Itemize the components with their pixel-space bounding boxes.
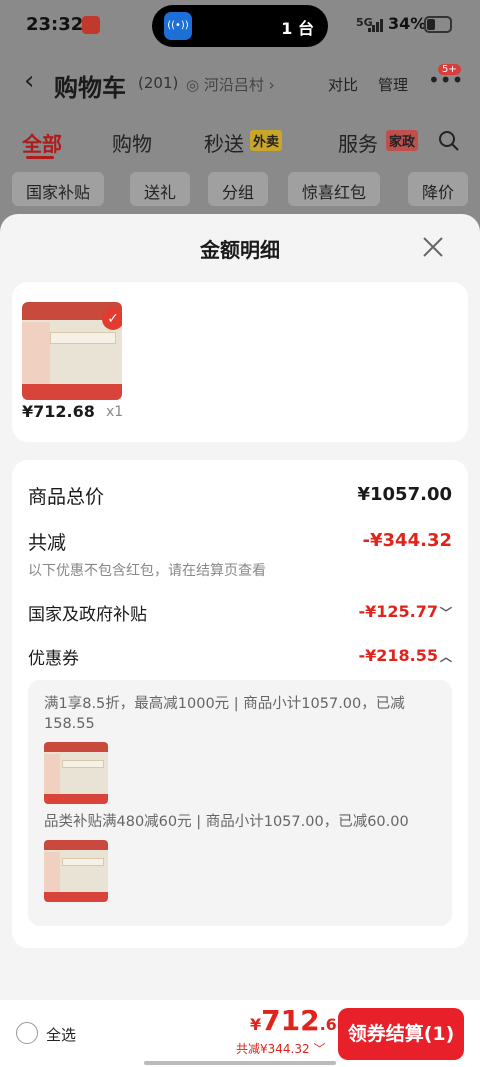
coupon-detail-box: 满1享8.5折，最高减1000元 | 商品小计1057.00，已减158.55 … [28, 680, 452, 926]
chip-surprise-redpacket[interactable]: 惊喜红包 [288, 172, 381, 206]
coupon-row-toggle[interactable]: -¥218.55 ︿ [358, 646, 452, 665]
app-notification-icon [82, 16, 100, 34]
coupon-line-category: 品类补贴满480减60元 | 商品小计1057.00，已减60.00 [44, 814, 409, 830]
filter-chips: 国家补贴 送礼 分组 惊喜红包 降价 [0, 172, 480, 208]
total-value: ¥1057.00 [357, 484, 452, 505]
chip-price-drop[interactable]: 降价 [408, 172, 469, 206]
status-bar: 23:32 ((•)) 1 台 5G 34% [0, 0, 480, 52]
tab-all[interactable]: 全部 [22, 128, 62, 157]
tab-instant[interactable]: 秒送 [204, 128, 244, 157]
tab-service-tag: 家政 [386, 130, 419, 151]
reduce-note: 以下优惠不包含红包，请在结算页查看 [28, 563, 266, 579]
price-integer: 712 [261, 1004, 320, 1037]
coupon-product-thumbnail [44, 840, 108, 902]
live-activity-icon: ((•)) [164, 12, 192, 40]
total-reduce-toggle[interactable]: 共减¥344.32 ﹀ [236, 1040, 325, 1057]
product-thumbnail[interactable]: ✓ [22, 302, 122, 400]
subsidy-label: 国家及政府补贴 [28, 605, 147, 625]
location-label: 河沿吕村 [203, 76, 264, 94]
island-text: 1 台 [281, 19, 314, 38]
price-detail-card: 商品总价 ¥1057.00 共减 -¥344.32 以下优惠不包含红包，请在结算… [12, 460, 468, 948]
tab-service[interactable]: 服务 [338, 128, 378, 157]
page-title: 购物车 [54, 74, 126, 102]
dynamic-island[interactable]: ((•)) 1 台 [152, 5, 328, 47]
coupon-line-discount: 满1享8.5折，最高减1000元 | 商品小计1057.00，已减158.55 [44, 696, 405, 732]
chevron-down-icon: ﹀ [439, 606, 452, 620]
subsidy-row-toggle[interactable]: -¥125.77 ﹀ [358, 602, 452, 621]
product-price: ¥712.68 [22, 402, 95, 421]
total-price: ¥712.68 [250, 1004, 348, 1037]
chevron-up-icon: ︿ [439, 650, 452, 664]
amount-detail-sheet: 金额明细 ✓ ¥712.68 x1 商品总价 ¥1057.00 共减 -¥344… [0, 214, 480, 1067]
compare-button[interactable]: 对比 [328, 74, 358, 95]
product-card: ✓ ¥712.68 x1 [12, 282, 468, 442]
subsidy-value: -¥125.77 [358, 602, 438, 621]
home-indicator [144, 1061, 336, 1065]
cart-tabs: 全部 购物 秒送 外卖 服务 家政 [0, 124, 480, 160]
more-badge: 5+ [438, 64, 461, 75]
total-reduce-text: 共减¥344.32 [236, 1042, 310, 1056]
chip-group[interactable]: 分组 [208, 172, 269, 206]
select-all-radio[interactable] [16, 1022, 38, 1044]
signal-icon [368, 18, 384, 32]
tab-instant-tag: 外卖 [250, 130, 283, 151]
sheet-title: 金额明细 [200, 238, 280, 262]
cart-count: (201) [138, 74, 179, 92]
status-time: 23:32 [26, 14, 84, 35]
tab-active-indicator [26, 156, 54, 159]
chip-gift[interactable]: 送礼 [130, 172, 191, 206]
product-quantity: x1 [106, 404, 124, 420]
selected-check-icon: ✓ [102, 308, 122, 330]
checkout-bar: 全选 ¥712.68 共减¥344.32 ﹀ 领券结算(1) [0, 1000, 480, 1067]
close-icon[interactable] [420, 234, 446, 260]
cart-header: ‹ 购物车 (201) ◎ 河沿吕村 › 对比 管理 ••• 5+ [0, 58, 480, 108]
select-all-label[interactable]: 全选 [46, 1024, 76, 1045]
reduce-value: -¥344.32 [362, 530, 452, 551]
search-icon[interactable] [438, 130, 460, 152]
manage-button[interactable]: 管理 [378, 74, 408, 95]
battery-icon [424, 16, 452, 33]
coupon-product-thumbnail [44, 742, 108, 804]
tab-shopping[interactable]: 购物 [112, 128, 152, 157]
chevron-down-icon: ﹀ [313, 1042, 326, 1056]
chip-national-subsidy[interactable]: 国家补贴 [12, 172, 105, 206]
price-symbol: ¥ [250, 1015, 262, 1034]
back-icon[interactable]: ‹ [24, 66, 34, 96]
battery-percent: 34% [388, 14, 427, 33]
checkout-button[interactable]: 领券结算(1) [338, 1008, 464, 1060]
coupon-value: -¥218.55 [358, 646, 438, 665]
location-selector[interactable]: ◎ 河沿吕村 › [186, 74, 275, 95]
reduce-label: 共减 [28, 532, 67, 554]
total-label: 商品总价 [28, 486, 105, 508]
coupon-label: 优惠券 [28, 649, 79, 669]
